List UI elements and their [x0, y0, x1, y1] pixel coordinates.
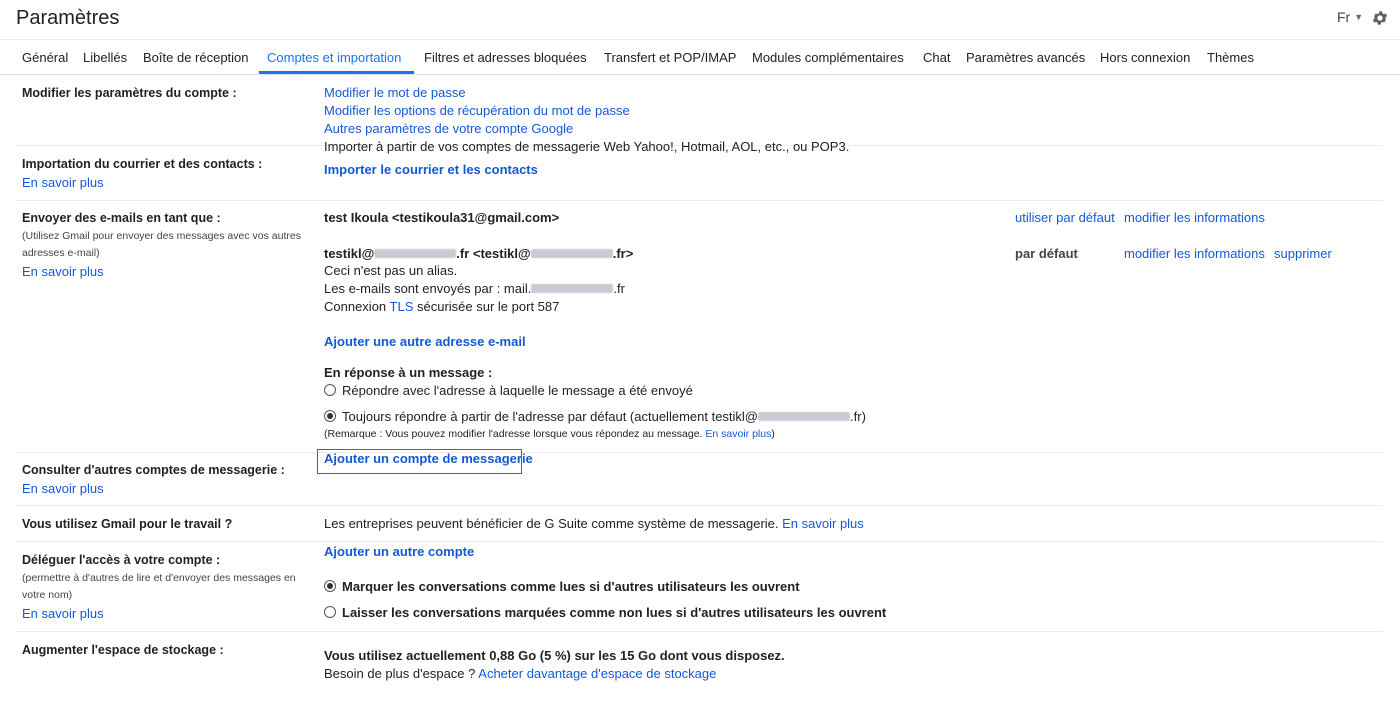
reply-from-default-radio[interactable] [324, 410, 336, 422]
change-account-label: Modifier les paramètres du compte : [22, 86, 237, 100]
leave-unread-label: Laisser les conversations marquées comme… [342, 605, 887, 620]
connection-prefix: Connexion [324, 299, 390, 314]
edit-info-link-1[interactable]: modifier les informations [1124, 210, 1265, 225]
settings-header: Paramètres Fr ▼ [0, 0, 1400, 40]
send-as-subtext-1: (Utilisez Gmail pour envoyer des message… [22, 230, 301, 242]
row-divider [16, 452, 1383, 453]
connection-suffix: sécurisée sur le port 587 [413, 299, 560, 314]
send-as-label: Envoyer des e-mails en tant que : [22, 211, 221, 225]
add-another-address-link[interactable]: Ajouter une autre adresse e-mail [324, 334, 526, 349]
tab-labels[interactable]: Libellés [83, 50, 127, 65]
address-2-mid: .fr <testikl@ [456, 246, 531, 261]
work-description-text: Les entreprises peuvent bénéficier de G … [324, 516, 779, 531]
active-tab-indicator [259, 71, 414, 74]
storage-usage-text: Vous utilisez actuellement 0,88 Go (5 %)… [324, 648, 785, 663]
redacted-text [374, 249, 457, 258]
import-label: Importation du courrier et des contacts … [22, 157, 263, 171]
tab-advanced[interactable]: Paramètres avancés [966, 50, 1085, 65]
delegate-label: Déléguer l'accès à votre compte : [22, 553, 221, 567]
language-value: Fr [1337, 9, 1351, 25]
add-mail-account-link[interactable]: Ajouter un compte de messagerie [324, 451, 533, 466]
send-as-address-2: testikl@ .fr <testikl@ .fr> [324, 246, 633, 261]
tab-accounts-import[interactable]: Comptes et importation [267, 50, 401, 65]
address-2-prefix: testikl@ [324, 246, 375, 261]
row-divider [16, 541, 1383, 542]
buy-storage-link[interactable]: Acheter davantage d'espace de stockage [478, 666, 716, 681]
delete-address-link[interactable]: supprimer [1274, 246, 1332, 261]
import-mail-contacts-link[interactable]: Importer le courrier et les contacts [324, 162, 538, 177]
tab-themes[interactable]: Thèmes [1207, 50, 1254, 65]
sent-via-prefix: Les e-mails sont envoyés par : mail. [324, 281, 532, 296]
sent-via-text: Les e-mails sont envoyés par : mail. .fr [324, 281, 625, 296]
mark-read-radio[interactable] [324, 580, 336, 592]
address-2-end: .fr> [612, 246, 634, 261]
reply-note-learn-more-link[interactable]: En savoir plus [705, 428, 771, 440]
tab-general[interactable]: Général [22, 50, 68, 65]
add-another-account-link[interactable]: Ajouter un autre compte [324, 544, 474, 559]
tab-addons[interactable]: Modules complémentaires [752, 50, 904, 65]
send-as-subtext-2: adresses e-mail) [22, 247, 100, 259]
reply-note-text: (Remarque : Vous pouvez modifier l'adres… [324, 428, 703, 440]
reply-option-2-label: Toujours répondre à partir de l'adresse … [342, 409, 866, 424]
reply-option-2-suffix: .fr) [850, 409, 866, 424]
chevron-down-icon: ▼ [1354, 12, 1364, 22]
reply-heading: En réponse à un message : [324, 365, 493, 380]
tab-chat[interactable]: Chat [923, 50, 950, 65]
reply-note-end: ) [771, 428, 775, 440]
delegate-subtext-1: (permettre à d'autres de lire et d'envoy… [22, 572, 296, 584]
redacted-text [531, 284, 614, 293]
settings-tabs: Général Libellés Boîte de réception Comp… [0, 40, 1400, 75]
delegate-learn-more-link[interactable]: En savoir plus [22, 606, 104, 621]
tab-inbox[interactable]: Boîte de réception [143, 50, 249, 65]
storage-need-question: Besoin de plus d'espace ? [324, 666, 476, 681]
redacted-text [758, 412, 851, 421]
tab-offline[interactable]: Hors connexion [1100, 50, 1190, 65]
make-default-link[interactable]: utiliser par défaut [1015, 210, 1115, 225]
google-account-link[interactable]: Autres paramètres de votre compte Google [324, 121, 573, 136]
reply-option-1-label: Répondre avec l'adresse à laquelle le me… [342, 383, 693, 398]
reply-from-sent-address-radio[interactable] [324, 384, 336, 396]
language-select[interactable]: Fr ▼ [1337, 9, 1363, 25]
tab-filters[interactable]: Filtres et adresses bloquées [424, 50, 587, 65]
change-password-link[interactable]: Modifier le mot de passe [324, 85, 466, 100]
tls-label: TLS [389, 299, 414, 314]
connection-text: Connexion TLS sécurisée sur le port 587 [324, 299, 559, 314]
storage-need-text: Besoin de plus d'espace ? Acheter davant… [324, 666, 716, 681]
row-divider [16, 200, 1383, 201]
import-description: Importer à partir de vos comptes de mess… [324, 139, 850, 154]
mark-read-label: Marquer les conversations comme lues si … [342, 579, 800, 594]
gear-icon[interactable] [1371, 9, 1389, 27]
row-divider [16, 631, 1383, 632]
reply-note: (Remarque : Vous pouvez modifier l'adres… [324, 428, 775, 440]
send-as-learn-more-link[interactable]: En savoir plus [22, 264, 104, 279]
send-as-address-1: test Ikoula <testikoula31@gmail.com> [324, 210, 560, 225]
sent-via-suffix: .fr [613, 281, 625, 296]
delegate-subtext-2: votre nom) [22, 589, 73, 601]
edit-info-link-2[interactable]: modifier les informations [1124, 246, 1265, 261]
page-title: Paramètres [16, 7, 120, 29]
tab-forwarding[interactable]: Transfert et POP/IMAP [604, 50, 736, 65]
leave-unread-radio[interactable] [324, 606, 336, 618]
redacted-text [530, 249, 613, 258]
check-mail-label: Consulter d'autres comptes de messagerie… [22, 463, 285, 477]
storage-label: Augmenter l'espace de stockage : [22, 643, 224, 657]
row-divider [16, 505, 1383, 506]
not-alias-text: Ceci n'est pas un alias. [324, 263, 458, 278]
check-mail-learn-more-link[interactable]: En savoir plus [22, 481, 104, 496]
work-learn-more-link[interactable]: En savoir plus [782, 516, 864, 531]
reply-option-2-prefix: Toujours répondre à partir de l'adresse … [342, 409, 759, 424]
default-badge: par défaut [1015, 246, 1078, 261]
work-description: Les entreprises peuvent bénéficier de G … [324, 516, 864, 531]
import-learn-more-link[interactable]: En savoir plus [22, 175, 104, 190]
work-label: Vous utilisez Gmail pour le travail ? [22, 517, 233, 531]
recovery-options-link[interactable]: Modifier les options de récupération du … [324, 103, 630, 118]
